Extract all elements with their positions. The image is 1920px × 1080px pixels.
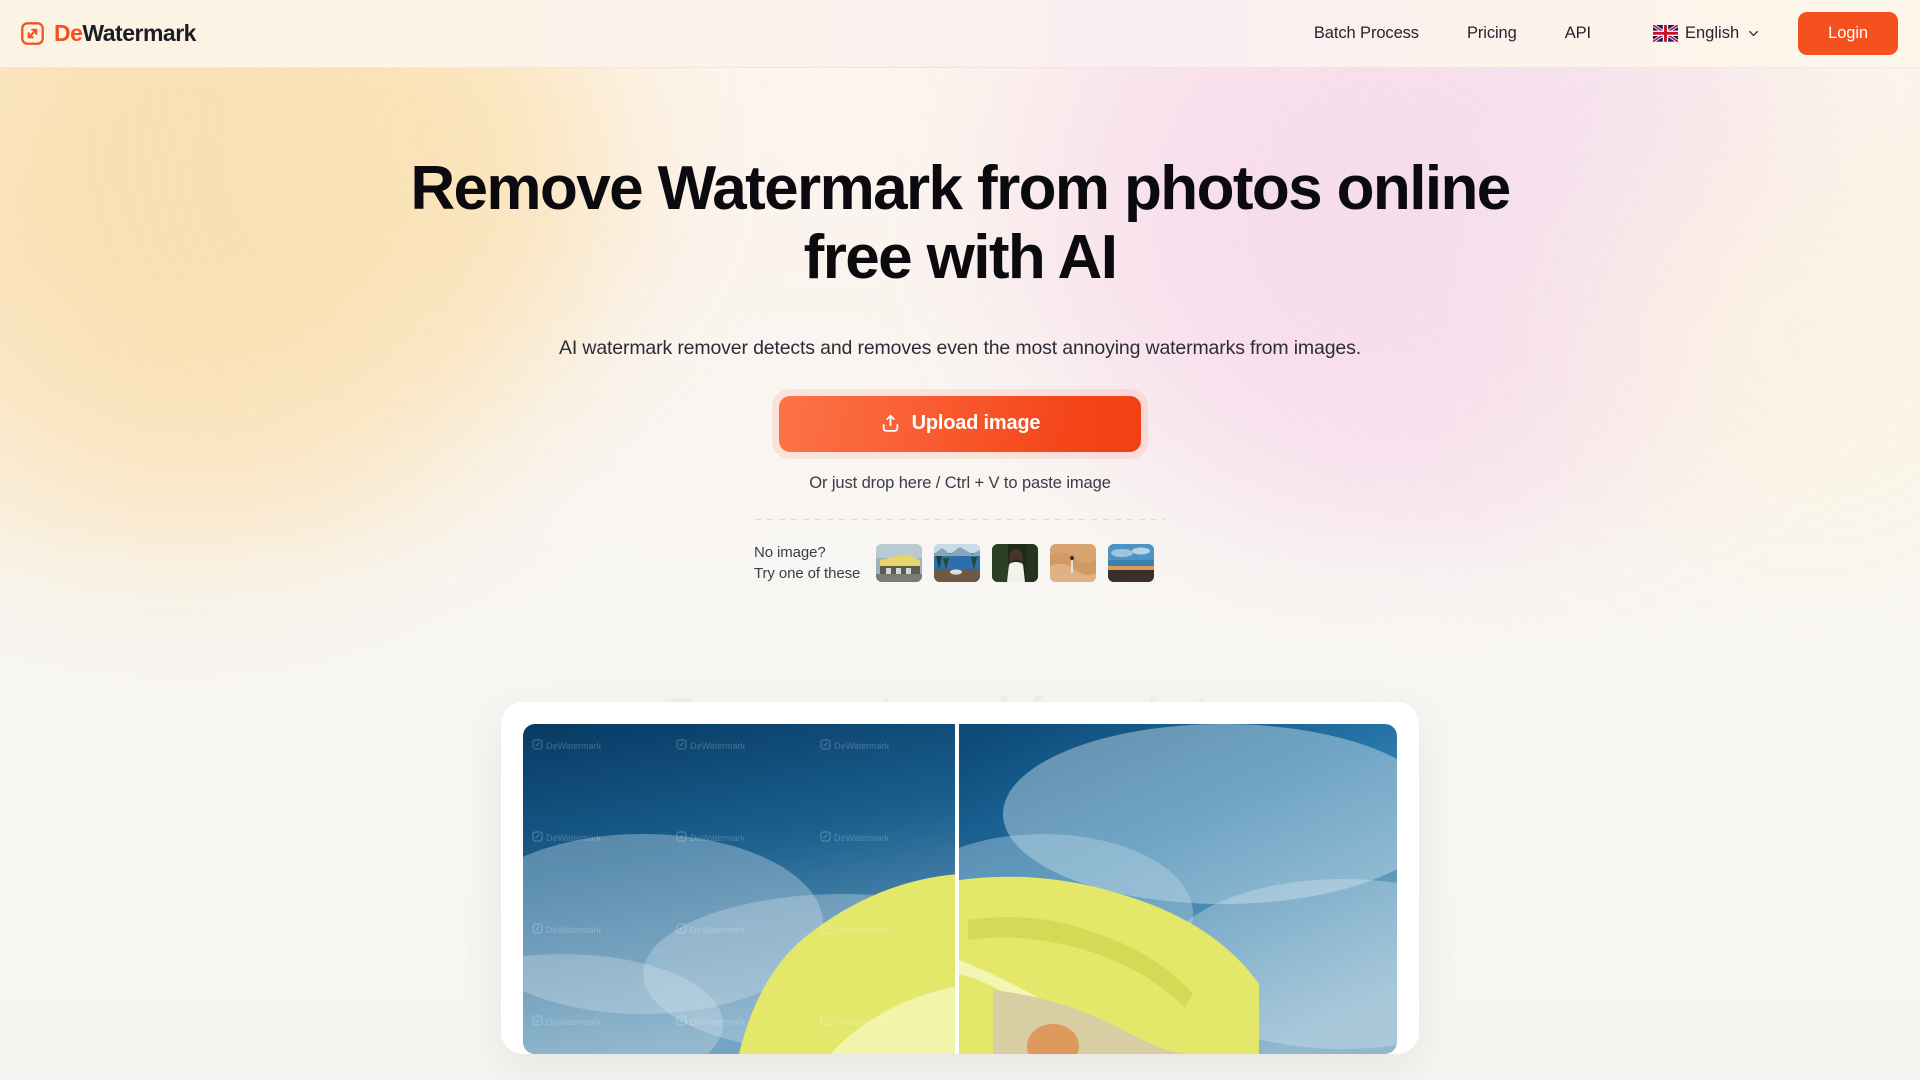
nav-batch-process[interactable]: Batch Process (1290, 16, 1443, 51)
upload-image-button[interactable]: Upload image (779, 395, 1141, 452)
sample-thumb-building[interactable] (876, 544, 922, 583)
language-selector[interactable]: English (1615, 16, 1774, 51)
brand-name: DeWatermark (54, 22, 196, 45)
upload-image-label: Upload image (911, 412, 1041, 435)
brand-name-prefix: De (54, 20, 83, 46)
chevron-down-icon (1747, 27, 1760, 40)
before-after-card: DeWatermark (501, 702, 1419, 1055)
nav-api[interactable]: API (1541, 16, 1615, 51)
sample-thumb-lake[interactable] (934, 544, 980, 583)
nav-pricing[interactable]: Pricing (1443, 16, 1541, 51)
brand-name-suffix: Watermark (82, 20, 196, 46)
main-nav: Batch Process Pricing API English Login (1290, 12, 1898, 55)
sample-thumb-sky[interactable] (1108, 544, 1154, 583)
page-title: Remove Watermark from photos online free… (410, 154, 1511, 293)
hero-section: Remove Watermark from photos online free… (0, 68, 1920, 584)
samples-divider (755, 518, 1165, 520)
brand-logo[interactable]: DeWatermark (20, 21, 196, 46)
sample-thumb-portrait[interactable] (992, 544, 1038, 583)
before-after-image[interactable]: DeWatermark (523, 724, 1397, 1055)
comparison-slider-handle[interactable] (955, 724, 959, 1055)
sample-thumbnail-list (876, 544, 1154, 583)
sample-thumb-desert[interactable] (1050, 544, 1096, 583)
sample-images-row: No image? Try one of these (754, 542, 1166, 585)
sample-images-label: No image? Try one of these (754, 542, 876, 585)
hero-subtitle: AI watermark remover detects and removes… (559, 336, 1361, 359)
sample-images-label-line-1: No image? (754, 543, 826, 561)
upload-icon (880, 413, 901, 434)
site-header: DeWatermark Batch Process Pricing API En… (0, 0, 1920, 68)
resize-arrow-square-icon (20, 21, 45, 46)
drop-hint-text: Or just drop here / Ctrl + V to paste im… (809, 473, 1111, 492)
uk-flag-icon (1652, 23, 1679, 44)
sample-images-label-line-2: Try one of these (754, 565, 861, 583)
language-label: English (1685, 24, 1740, 42)
upload-area: Upload image Or just drop here / Ctrl + … (0, 395, 1920, 585)
login-button[interactable]: Login (1798, 12, 1898, 55)
